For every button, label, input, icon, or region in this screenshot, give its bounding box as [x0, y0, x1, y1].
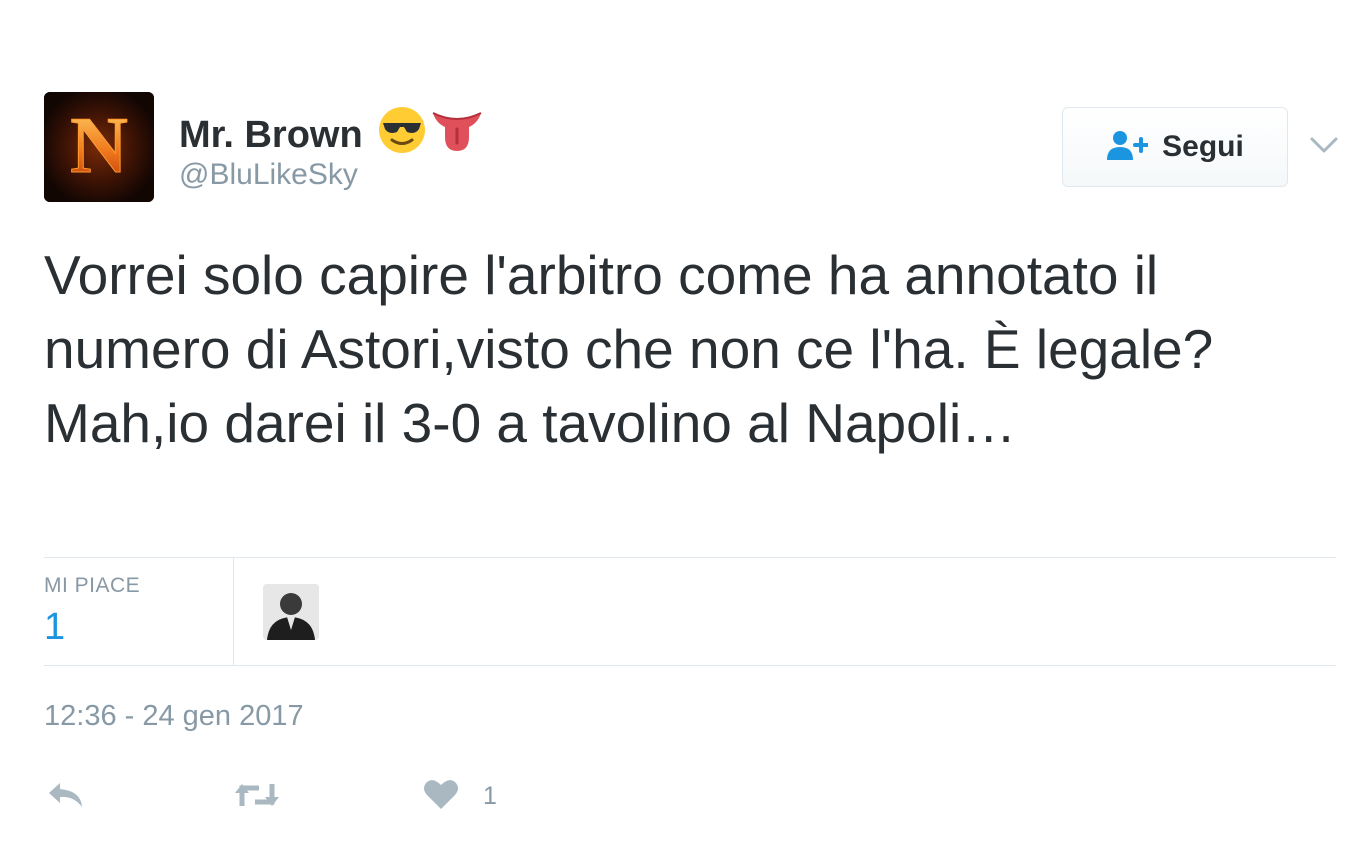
like-button[interactable]: 1 — [423, 778, 497, 815]
chevron-down-icon[interactable] — [1308, 132, 1340, 158]
heart-icon — [423, 778, 459, 815]
liker-avatar[interactable] — [263, 584, 319, 640]
avatar-letter: N — [70, 102, 128, 190]
author-handle[interactable]: @BluLikeSky — [179, 158, 358, 192]
reply-icon — [46, 783, 86, 814]
like-count: 1 — [483, 782, 497, 810]
tongue-emoji-icon — [431, 105, 483, 165]
tweet-timestamp[interactable]: 12:36 - 24 gen 2017 — [44, 700, 304, 733]
follow-button-label: Segui — [1162, 130, 1244, 163]
retweet-icon — [233, 784, 281, 814]
author-name-text: Mr. Brown — [179, 113, 363, 156]
author-name[interactable]: Mr. Brown — [179, 105, 483, 165]
sunglasses-emoji-icon — [377, 105, 427, 165]
likes-count[interactable]: 1 — [44, 606, 65, 649]
divider — [44, 665, 1336, 666]
reply-button[interactable] — [46, 780, 86, 815]
likes-label: MI PIACE — [44, 574, 141, 597]
retweet-button[interactable] — [233, 780, 281, 815]
tweet-text: Vorrei solo capire l'arbitro come ha ann… — [44, 244, 1214, 454]
divider — [44, 557, 1336, 558]
add-user-icon — [1106, 129, 1150, 166]
author-avatar[interactable]: N — [44, 92, 154, 202]
follow-button[interactable]: Segui — [1062, 107, 1288, 187]
stats-separator — [233, 558, 234, 666]
